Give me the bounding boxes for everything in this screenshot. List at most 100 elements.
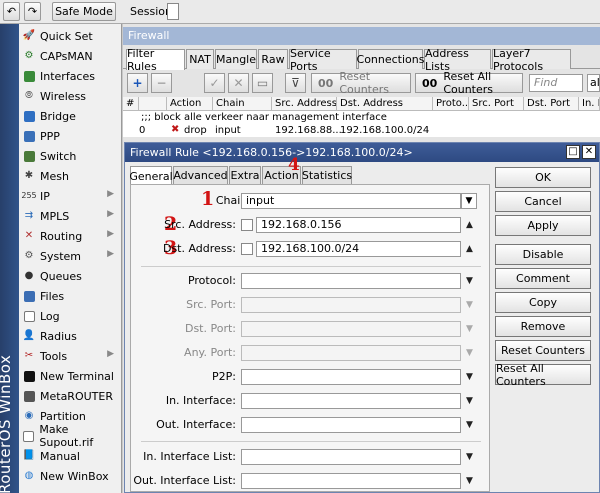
sidebar-item-system[interactable]: ⚙ System ▶ xyxy=(19,246,122,266)
sidebar-item-radius[interactable]: 👤 Radius xyxy=(19,326,122,346)
sidebar-item-wireless[interactable]: ⦾ Wireless xyxy=(19,86,122,106)
tab-mangle[interactable]: Mangle xyxy=(215,49,257,69)
src-port-input[interactable] xyxy=(241,297,461,313)
src-address-up-icon[interactable]: ▲ xyxy=(466,220,473,230)
out-interface-dropdown-icon[interactable]: ▼ xyxy=(466,420,473,430)
comment-button[interactable]: Comment xyxy=(495,268,591,289)
sidebar-item-quick-set[interactable]: 🚀 Quick Set xyxy=(19,26,122,46)
reset-all-counters-button[interactable]: Reset All Counters xyxy=(495,362,591,388)
find-filter-select[interactable]: al xyxy=(587,74,600,92)
in-interface-list-select[interactable] xyxy=(241,449,461,465)
dst-address-negate-checkbox[interactable] xyxy=(241,243,253,255)
tab-filter-rules[interactable]: Filter Rules xyxy=(126,47,185,73)
tab-address-lists[interactable]: Address Lists xyxy=(424,47,491,73)
sidebar-item-ip[interactable]: 255 IP ▶ xyxy=(19,186,122,206)
rule-dst-address[interactable]: 192.168.100.0/24 xyxy=(340,125,429,136)
any-port-input[interactable] xyxy=(241,345,461,361)
maximize-icon[interactable]: □ xyxy=(566,145,580,159)
remove-button[interactable]: Remove xyxy=(495,316,591,337)
tab-extra[interactable]: Extra xyxy=(229,166,261,184)
reset-counters-button[interactable]: 00 Reset Counters xyxy=(311,70,411,96)
chain-select[interactable]: input xyxy=(241,193,461,209)
column-header[interactable]: Src. Address xyxy=(272,97,337,111)
session-field[interactable] xyxy=(167,3,179,20)
column-header[interactable] xyxy=(139,97,167,111)
tab-service-ports[interactable]: Service Ports xyxy=(289,47,357,73)
dst-port-dropdown-icon[interactable]: ▼ xyxy=(466,324,473,334)
cancel-button[interactable]: Cancel xyxy=(495,191,591,212)
src-port-dropdown-icon[interactable]: ▼ xyxy=(466,300,473,310)
column-header[interactable]: Action xyxy=(167,97,213,111)
src-address-input[interactable]: 192.168.0.156 xyxy=(256,217,461,233)
out-interface-list-dropdown-icon[interactable]: ▼ xyxy=(466,476,473,486)
reset-all-counters-button[interactable]: 00 Reset All Counters xyxy=(415,70,523,96)
rule-number[interactable]: 0 xyxy=(139,125,145,136)
find-input[interactable]: Find xyxy=(529,74,583,92)
undo-icon[interactable]: ↶ xyxy=(3,2,20,21)
column-header[interactable]: Chain xyxy=(213,97,272,111)
sidebar-item-switch[interactable]: Switch xyxy=(19,146,122,166)
sidebar-item-new-winbox[interactable]: ◍ New WinBox xyxy=(19,466,122,486)
copy-button[interactable]: Copy xyxy=(495,292,591,313)
column-header[interactable]: Dst. Port xyxy=(524,97,579,111)
reset-counters-button[interactable]: Reset Counters xyxy=(495,340,591,361)
tab-connections[interactable]: Connections xyxy=(357,49,425,69)
column-header[interactable]: In. In xyxy=(579,97,600,111)
remove-icon[interactable]: − xyxy=(151,73,172,93)
in-interface-list-dropdown-icon[interactable]: ▼ xyxy=(466,452,473,462)
tab-layer7-protocols[interactable]: Layer7 Protocols xyxy=(492,47,571,73)
sidebar-item-interfaces[interactable]: Interfaces xyxy=(19,66,122,86)
apply-button[interactable]: Apply xyxy=(495,215,591,236)
column-header[interactable]: Proto... xyxy=(433,97,469,111)
sidebar-item-make-supout[interactable]: Make Supout.rif xyxy=(19,423,122,449)
safe-mode-button[interactable]: Safe Mode xyxy=(52,2,116,21)
in-interface-select[interactable] xyxy=(241,393,461,409)
dst-address-input[interactable]: 192.168.100.0/24 xyxy=(256,241,461,257)
sidebar-item-tools[interactable]: ✂ Tools ▶ xyxy=(19,346,122,366)
disable-icon[interactable]: ✕ xyxy=(228,73,249,93)
ok-button[interactable]: OK xyxy=(495,167,591,188)
out-interface-select[interactable] xyxy=(241,417,461,433)
column-header[interactable]: Dst. Address xyxy=(337,97,433,111)
dst-address-up-icon[interactable]: ▲ xyxy=(466,244,473,254)
any-port-dropdown-icon[interactable]: ▼ xyxy=(466,348,473,358)
sidebar-item-routing[interactable]: ✕ Routing ▶ xyxy=(19,226,122,246)
sidebar-item-bridge[interactable]: Bridge xyxy=(19,106,122,126)
sidebar-item-metarouter[interactable]: MetaROUTER xyxy=(19,386,122,406)
tab-general[interactable]: General xyxy=(129,166,173,185)
sidebar-item-manual[interactable]: 📘 Manual xyxy=(19,446,122,466)
sidebar-item-ppp[interactable]: PPP xyxy=(19,126,122,146)
in-interface-dropdown-icon[interactable]: ▼ xyxy=(466,396,473,406)
sidebar-item-capsman[interactable]: ⚙ CAPsMAN xyxy=(19,46,122,66)
sidebar-item-mpls[interactable]: ⇉ MPLS ▶ xyxy=(19,206,122,226)
sidebar-item-log[interactable]: Log xyxy=(19,306,122,326)
p2p-select[interactable] xyxy=(241,369,461,385)
sidebar-item-mesh[interactable]: ✱ Mesh xyxy=(19,166,122,186)
add-icon[interactable]: + xyxy=(127,73,148,93)
protocol-select[interactable] xyxy=(241,273,461,289)
column-header[interactable]: # xyxy=(123,97,139,111)
sidebar-item-queues[interactable]: ● Queues xyxy=(19,266,122,286)
chain-dropdown-icon[interactable]: ▼ xyxy=(461,193,477,209)
src-address-negate-checkbox[interactable] xyxy=(241,219,253,231)
rule-chain[interactable]: input xyxy=(215,125,241,136)
comment-icon[interactable]: ▭ xyxy=(252,73,273,93)
tab-statistics[interactable]: Statistics xyxy=(302,166,352,184)
tab-nat[interactable]: NAT xyxy=(186,49,214,69)
out-interface-list-select[interactable] xyxy=(241,473,461,489)
redo-icon[interactable]: ↷ xyxy=(24,2,41,21)
rule-action[interactable]: drop xyxy=(184,125,207,136)
rule-src-address[interactable]: 192.168.88... xyxy=(275,125,342,136)
column-header[interactable]: Src. Port xyxy=(469,97,524,111)
sidebar-item-files[interactable]: Files xyxy=(19,286,122,306)
close-icon[interactable]: ✕ xyxy=(582,145,596,159)
dst-port-input[interactable] xyxy=(241,321,461,337)
enable-icon[interactable]: ✓ xyxy=(204,73,225,93)
protocol-dropdown-icon[interactable]: ▼ xyxy=(466,276,473,286)
sidebar-item-new-terminal[interactable]: New Terminal xyxy=(19,366,122,386)
p2p-dropdown-icon[interactable]: ▼ xyxy=(466,372,473,382)
tab-raw[interactable]: Raw xyxy=(258,49,288,69)
filter-icon[interactable]: ⊽ xyxy=(285,73,306,93)
disable-button[interactable]: Disable xyxy=(495,244,591,265)
tab-advanced[interactable]: Advanced xyxy=(173,166,228,184)
